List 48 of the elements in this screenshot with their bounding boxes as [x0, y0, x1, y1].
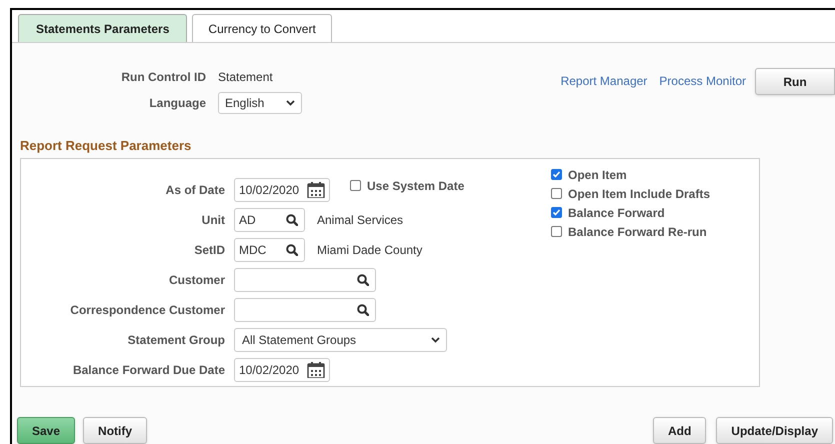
field-label: Unit	[200, 212, 226, 228]
date-field[interactable]: 10/02/2020	[234, 358, 330, 382]
button[interactable]: Save	[17, 417, 76, 444]
field-label: Run Control ID	[121, 69, 206, 86]
field-label: Language	[148, 95, 206, 112]
search-icon[interactable]	[286, 244, 298, 256]
date-field[interactable]: 10/02/2020	[234, 178, 330, 202]
tab[interactable]: Currency to Convert	[192, 14, 332, 42]
checkbox[interactable]	[551, 207, 562, 218]
calendar-icon[interactable]	[307, 182, 325, 198]
checkbox-label: Use System Date	[367, 178, 464, 194]
tab[interactable]: Statements Parameters	[18, 14, 188, 42]
field-label: Correspondence Customer	[69, 302, 226, 318]
run-button[interactable]: Run	[755, 68, 835, 95]
prompt-field[interactable]	[234, 268, 376, 292]
checkbox[interactable]	[350, 180, 361, 191]
chevron-down-icon	[286, 100, 295, 106]
field-label: Balance Forward Due Date	[72, 362, 226, 378]
button[interactable]: Update/Display	[716, 417, 833, 444]
field-label: Statement Group	[126, 332, 226, 348]
checkbox-label: Open Item Include Drafts	[568, 186, 710, 202]
section-title: Report Request Parameters	[20, 137, 192, 155]
prompt-field[interactable]	[234, 298, 376, 322]
button[interactable]: Notify	[83, 417, 148, 444]
field-value: Statement	[218, 69, 274, 86]
checkbox-label: Open Item	[568, 166, 627, 184]
search-icon[interactable]	[357, 304, 369, 316]
field-label: Customer	[168, 272, 226, 288]
field-label: As of Date	[164, 182, 226, 198]
calendar-icon[interactable]	[307, 362, 325, 378]
prompt-field[interactable]: AD	[234, 208, 305, 232]
field-description: Animal Services	[317, 212, 404, 228]
button[interactable]: Add	[652, 417, 706, 444]
statement-group-select[interactable]: All Statement Groups	[234, 328, 447, 352]
checkbox-label: Balance Forward Re-run	[568, 224, 707, 240]
checkbox-label: Balance Forward	[568, 204, 665, 222]
search-icon[interactable]	[286, 214, 298, 226]
checkbox[interactable]	[551, 226, 562, 237]
chevron-down-icon[interactable]	[431, 336, 440, 342]
field-description: Miami Dade County	[317, 242, 422, 258]
link[interactable]: Report Manager	[560, 72, 648, 90]
link[interactable]: Process Monitor	[659, 72, 746, 90]
field-label: SetID	[193, 242, 226, 258]
search-icon[interactable]	[357, 274, 369, 286]
prompt-field[interactable]: MDC	[234, 238, 305, 262]
checkbox[interactable]	[551, 169, 562, 180]
language-select[interactable]: English	[218, 92, 302, 114]
checkbox[interactable]	[551, 188, 562, 199]
